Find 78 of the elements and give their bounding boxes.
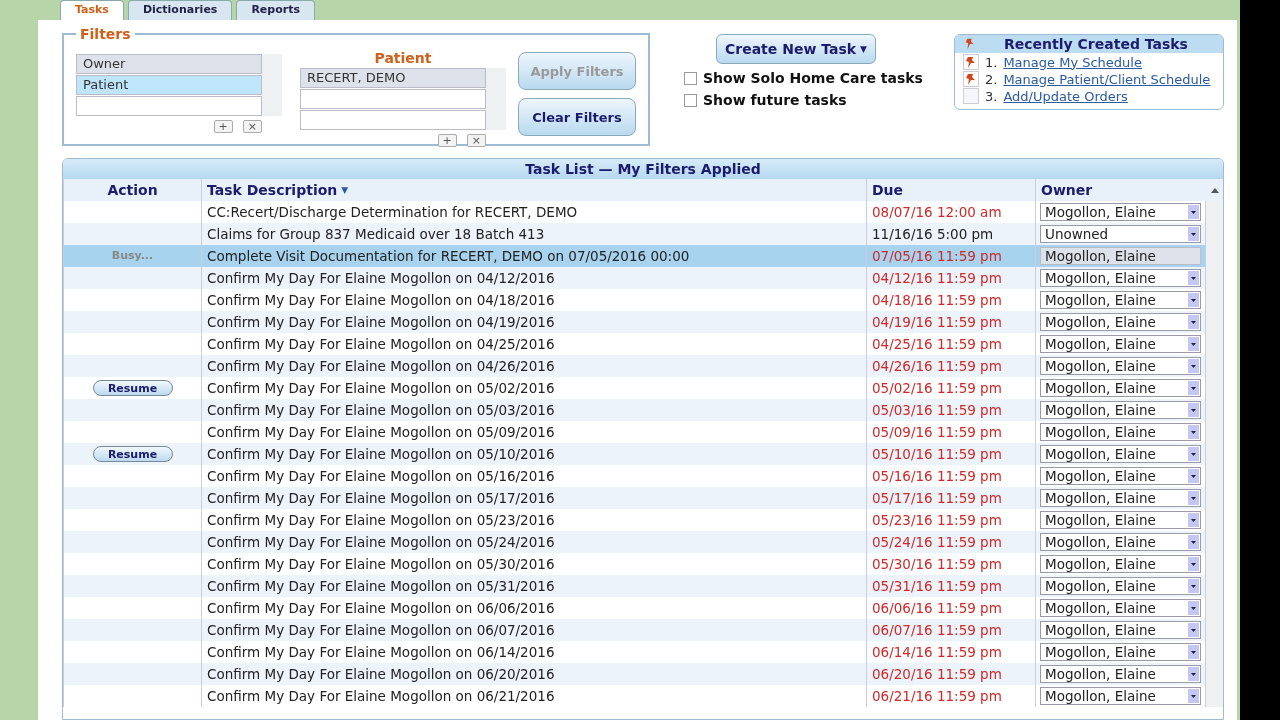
task-description-cell[interactable]: Confirm My Day For Elaine Mogollon on 05/31/2016	[201, 575, 866, 597]
recent-task-link[interactable]: Manage My Schedule	[1003, 54, 1142, 70]
due-date-cell: 07/05/16 11:59 pm	[866, 245, 1035, 267]
selected-patient-value[interactable]: RECERT, DEMO	[300, 68, 486, 88]
remove-button[interactable]: ×	[466, 134, 486, 147]
owner-dropdown[interactable]: Mogollon, Elaine	[1040, 379, 1201, 397]
owner-dropdown[interactable]: Mogollon, Elaine	[1040, 357, 1201, 375]
owner-field: Mogollon, Elaine	[1040, 247, 1201, 265]
resume-button[interactable]: Resume	[92, 446, 173, 462]
owner-dropdown[interactable]: Mogollon, Elaine	[1040, 335, 1201, 353]
owner-dropdown[interactable]: Mogollon, Elaine	[1040, 269, 1201, 287]
column-header[interactable]: Due	[866, 179, 1035, 201]
item-number: 1.	[985, 54, 998, 70]
busy-status: Busy...	[111, 248, 154, 264]
add-button[interactable]: +	[437, 134, 457, 147]
task-description-cell[interactable]: Confirm My Day For Elaine Mogollon on 04/26/2016	[201, 355, 866, 377]
item-number: 3.	[985, 88, 998, 104]
owner-dropdown[interactable]: Mogollon, Elaine	[1040, 445, 1201, 463]
due-date-cell: 04/26/16 11:59 pm	[866, 355, 1035, 377]
recent-tasks-title: Recently Created Tasks	[1003, 36, 1189, 52]
filters-title: Filters	[79, 26, 132, 42]
tab[interactable]: Dictionaries	[127, 0, 233, 20]
owner-dropdown[interactable]: Unowned	[1040, 225, 1201, 243]
due-date-cell: 04/19/16 11:59 pm	[866, 311, 1035, 333]
filter-field-option[interactable]: Patient	[76, 75, 262, 95]
tab[interactable]: Tasks	[60, 0, 124, 20]
owner-dropdown[interactable]: Mogollon, Elaine	[1040, 467, 1201, 485]
column-header[interactable]: Owner	[1035, 179, 1205, 201]
owner-dropdown[interactable]: Mogollon, Elaine	[1040, 687, 1201, 705]
owner-dropdown[interactable]: Mogollon, Elaine	[1040, 599, 1201, 617]
task-description-cell[interactable]: Confirm My Day For Elaine Mogollon on 04/12/2016	[201, 267, 866, 289]
add-button[interactable]: +	[213, 120, 233, 133]
tab[interactable]: Reports	[236, 0, 315, 20]
owner-dropdown[interactable]: Mogollon, Elaine	[1040, 665, 1201, 683]
owner-dropdown[interactable]: Mogollon, Elaine	[1040, 511, 1201, 529]
owner-dropdown[interactable]: Mogollon, Elaine	[1040, 555, 1201, 573]
task-description-cell[interactable]: Confirm My Day For Elaine Mogollon on 05/17/2016	[201, 487, 866, 509]
column-header[interactable]: Action	[63, 179, 201, 201]
due-date-cell: 11/16/16 5:00 pm	[866, 223, 1035, 245]
task-description-cell[interactable]: Confirm My Day For Elaine Mogollon on 05/03/2016	[201, 399, 866, 421]
owner-dropdown[interactable]: Mogollon, Elaine	[1040, 533, 1201, 551]
create-task-button[interactable]: Create New Task $^{▼}$	[716, 34, 876, 64]
filter-field-option[interactable]: Owner	[76, 54, 262, 74]
task-description-cell[interactable]: Complete Visit Documentation for RECERT, DEMO on 07/05/2016 00:00	[201, 245, 866, 267]
filter-button[interactable]: Clear Filters	[518, 98, 636, 136]
recent-task-link[interactable]: Add/Update Orders	[1003, 88, 1128, 104]
item-number: 2.	[985, 71, 998, 87]
owner-dropdown[interactable]: Mogollon, Elaine	[1040, 643, 1201, 661]
owner-dropdown[interactable]: Mogollon, Elaine	[1040, 489, 1201, 507]
task-list-title: Task List — My Filters Applied	[63, 159, 1223, 179]
owner-dropdown[interactable]: Mogollon, Elaine	[1040, 203, 1201, 221]
task-description-cell[interactable]: Confirm My Day For Elaine Mogollon on 06/20/2016	[201, 663, 866, 685]
recent-task-link[interactable]: Manage Patient/Client Schedule	[1003, 71, 1211, 87]
due-date-cell: 05/03/16 11:59 pm	[866, 399, 1035, 421]
column-header[interactable]: Task Description $^{▼}$	[201, 179, 866, 201]
owner-dropdown[interactable]: Mogollon, Elaine	[1040, 291, 1201, 309]
due-date-cell: 05/24/16 11:59 pm	[866, 531, 1035, 553]
owner-dropdown[interactable]: Mogollon, Elaine	[1040, 621, 1201, 639]
checkbox-label: Show future tasks	[703, 92, 847, 108]
patient-title: Patient	[373, 50, 433, 66]
resume-button[interactable]: Resume	[92, 380, 173, 396]
due-date-cell: 05/31/16 11:59 pm	[866, 575, 1035, 597]
task-description-cell[interactable]: Claims for Group 837 Medicaid over 18 Batch 413	[201, 223, 866, 245]
due-date-cell: 05/10/16 11:59 pm	[866, 443, 1035, 465]
task-description-cell[interactable]: Confirm My Day For Elaine Mogollon on 04/19/2016	[201, 311, 866, 333]
owner-dropdown[interactable]: Mogollon, Elaine	[1040, 401, 1201, 419]
task-description-cell[interactable]: Confirm My Day For Elaine Mogollon on 05/24/2016	[201, 531, 866, 553]
due-date-cell: 06/20/16 11:59 pm	[866, 663, 1035, 685]
checkbox-label: Show Solo Home Care tasks	[703, 70, 923, 86]
owner-dropdown[interactable]: Mogollon, Elaine	[1040, 577, 1201, 595]
due-date-cell: 06/07/16 11:59 pm	[866, 619, 1035, 641]
owner-dropdown[interactable]: Mogollon, Elaine	[1040, 423, 1201, 441]
task-description-cell[interactable]: Confirm My Day For Elaine Mogollon on 05/10/2016	[201, 443, 866, 465]
owner-dropdown[interactable]: Mogollon, Elaine	[1040, 313, 1201, 331]
due-date-cell: 05/17/16 11:59 pm	[866, 487, 1035, 509]
remove-button[interactable]: ×	[242, 120, 262, 133]
due-date-cell: 04/12/16 11:59 pm	[866, 267, 1035, 289]
task-description-cell[interactable]: Confirm My Day For Elaine Mogollon on 06/07/2016	[201, 619, 866, 641]
